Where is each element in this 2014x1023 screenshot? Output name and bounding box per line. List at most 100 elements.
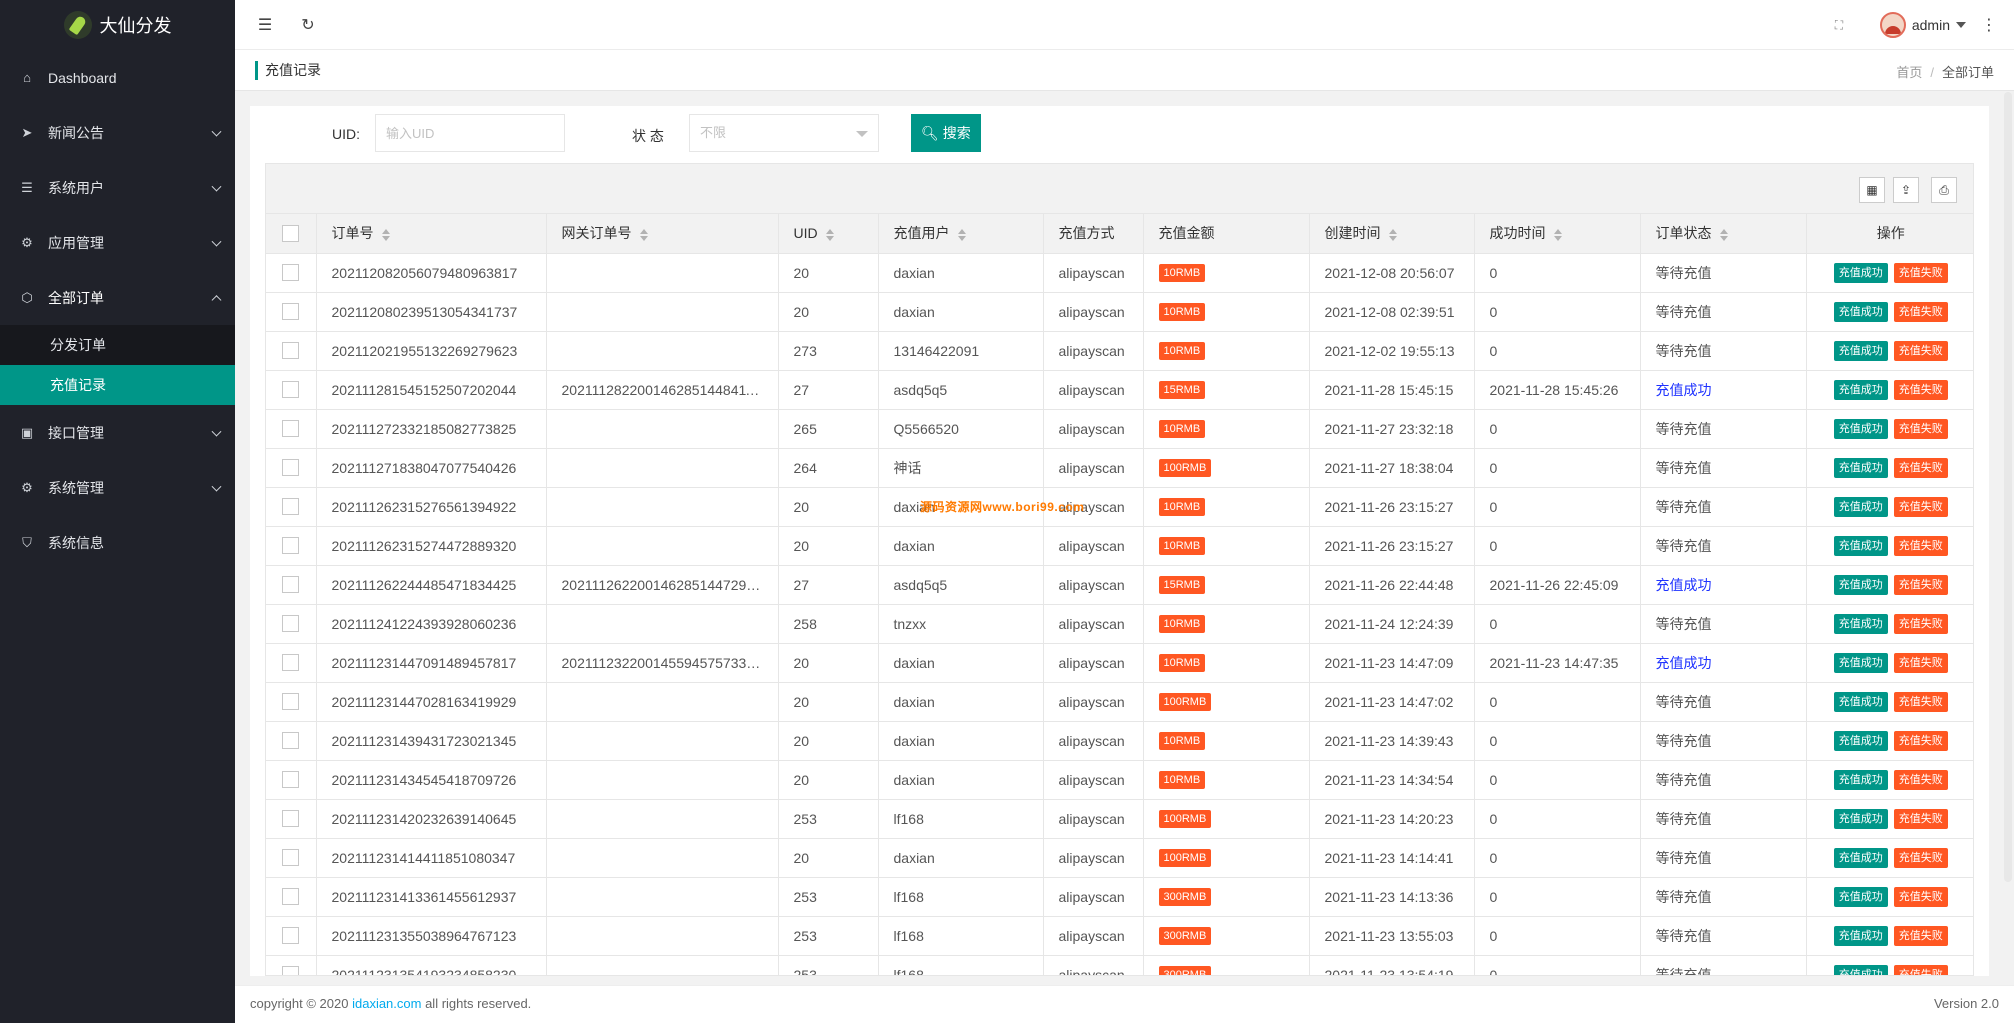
mark-success-button[interactable]: 充值成功 bbox=[1833, 730, 1888, 751]
row-checkbox[interactable] bbox=[282, 342, 300, 360]
sidebar-item-all-orders[interactable]: ⬡ 全部订单 bbox=[0, 270, 235, 325]
status-select[interactable]: 不限 bbox=[689, 114, 879, 152]
row-checkbox[interactable] bbox=[282, 810, 300, 828]
mark-success-button[interactable]: 充值成功 bbox=[1833, 925, 1888, 946]
row-checkbox[interactable] bbox=[282, 537, 300, 555]
mark-fail-button[interactable]: 充值失败 bbox=[1893, 457, 1948, 478]
uid-input[interactable] bbox=[375, 114, 565, 152]
mark-success-button[interactable]: 充值成功 bbox=[1833, 340, 1888, 361]
app-logo[interactable]: 大仙分发 bbox=[0, 0, 235, 50]
print-icon[interactable]: ⎙ bbox=[1931, 177, 1957, 203]
row-checkbox[interactable] bbox=[282, 732, 300, 750]
mark-fail-button[interactable]: 充值失败 bbox=[1893, 262, 1948, 283]
sidebar-subitem-distribution-orders[interactable]: 分发订单 bbox=[0, 325, 235, 365]
mark-fail-button[interactable]: 充值失败 bbox=[1893, 379, 1948, 400]
row-checkbox[interactable] bbox=[282, 420, 300, 438]
row-checkbox[interactable] bbox=[282, 576, 300, 594]
mark-fail-button[interactable]: 充值失败 bbox=[1893, 925, 1948, 946]
sidebar-item-system-info[interactable]: ⛉ 系统信息 bbox=[0, 515, 235, 570]
mark-success-button[interactable]: 充值成功 bbox=[1833, 808, 1888, 829]
mark-success-button[interactable]: 充值成功 bbox=[1833, 847, 1888, 868]
sidebar-item-news[interactable]: ➤ 新闻公告 bbox=[0, 105, 235, 160]
mark-success-button[interactable]: 充值成功 bbox=[1833, 535, 1888, 556]
sort-icon[interactable] bbox=[381, 228, 390, 241]
mark-fail-button[interactable]: 充值失败 bbox=[1893, 964, 1948, 975]
sort-icon[interactable] bbox=[825, 228, 834, 241]
mark-success-button[interactable]: 充值成功 bbox=[1833, 262, 1888, 283]
col-order-no[interactable]: 订单号 bbox=[316, 214, 547, 254]
mark-fail-button[interactable]: 充值失败 bbox=[1893, 535, 1948, 556]
mark-fail-button[interactable]: 充值失败 bbox=[1893, 301, 1948, 322]
gateway-order-cell bbox=[546, 292, 779, 332]
row-checkbox[interactable] bbox=[282, 966, 300, 975]
col-created[interactable]: 创建时间 bbox=[1309, 214, 1475, 254]
breadcrumb-separator: / bbox=[1930, 65, 1934, 80]
columns-filter-icon[interactable]: ▦ bbox=[1859, 177, 1885, 203]
export-icon[interactable]: ⇪ bbox=[1893, 177, 1919, 203]
mark-fail-button[interactable]: 充值失败 bbox=[1893, 847, 1948, 868]
mark-success-button[interactable]: 充值成功 bbox=[1833, 964, 1888, 975]
row-checkbox[interactable] bbox=[282, 303, 300, 321]
sidebar-item-system-users[interactable]: ☰ 系统用户 bbox=[0, 160, 235, 215]
row-checkbox[interactable] bbox=[282, 849, 300, 867]
mark-success-button[interactable]: 充值成功 bbox=[1833, 457, 1888, 478]
mark-success-button[interactable]: 充值成功 bbox=[1833, 886, 1888, 907]
sidebar-subitem-recharge-records[interactable]: 充值记录 bbox=[0, 365, 235, 405]
mark-success-button[interactable]: 充值成功 bbox=[1833, 613, 1888, 634]
cell-text: 202111272332185082773825 bbox=[331, 420, 517, 437]
row-checkbox[interactable] bbox=[282, 498, 300, 516]
row-checkbox[interactable] bbox=[282, 771, 300, 789]
row-checkbox[interactable] bbox=[282, 693, 300, 711]
row-checkbox[interactable] bbox=[282, 381, 300, 399]
row-checkbox[interactable] bbox=[282, 459, 300, 477]
mark-fail-button[interactable]: 充值失败 bbox=[1893, 652, 1948, 673]
sidebar-item-system-management[interactable]: ⚙ 系统管理 bbox=[0, 460, 235, 515]
mark-success-button[interactable]: 充值成功 bbox=[1833, 769, 1888, 790]
mark-fail-button[interactable]: 充值失败 bbox=[1893, 496, 1948, 517]
search-button[interactable]: 🔍︎ 搜索 bbox=[911, 114, 981, 152]
col-success-time[interactable]: 成功时间 bbox=[1474, 214, 1641, 254]
refresh-icon[interactable]: ↻ bbox=[298, 15, 318, 35]
copyright-link[interactable]: idaxian.com bbox=[352, 996, 421, 1011]
col-user[interactable]: 充值用户 bbox=[878, 214, 1044, 254]
row-checkbox[interactable] bbox=[282, 888, 300, 906]
row-checkbox[interactable] bbox=[282, 264, 300, 282]
mark-success-button[interactable]: 充值成功 bbox=[1833, 691, 1888, 712]
sidebar-item-dashboard[interactable]: ⌂ Dashboard bbox=[0, 50, 235, 105]
row-checkbox[interactable] bbox=[282, 654, 300, 672]
fullscreen-icon[interactable]: ⛶ bbox=[1829, 15, 1849, 35]
menu-collapse-icon[interactable]: ☰ bbox=[255, 15, 275, 35]
mark-fail-button[interactable]: 充值失败 bbox=[1893, 574, 1948, 595]
mark-fail-button[interactable]: 充值失败 bbox=[1893, 769, 1948, 790]
user-menu[interactable]: admin bbox=[1879, 12, 1966, 38]
page-scrollbar[interactable] bbox=[2004, 92, 2012, 882]
mark-fail-button[interactable]: 充值失败 bbox=[1893, 691, 1948, 712]
row-checkbox[interactable] bbox=[282, 615, 300, 633]
sort-icon[interactable] bbox=[1388, 228, 1397, 241]
mark-success-button[interactable]: 充值成功 bbox=[1833, 652, 1888, 673]
breadcrumb-home[interactable]: 首页 bbox=[1896, 65, 1922, 80]
mark-fail-button[interactable]: 充值失败 bbox=[1893, 418, 1948, 439]
sort-icon[interactable] bbox=[1553, 228, 1562, 241]
col-gateway-order-no[interactable]: 网关订单号 bbox=[546, 214, 779, 254]
mark-success-button[interactable]: 充值成功 bbox=[1833, 379, 1888, 400]
sort-icon[interactable] bbox=[639, 228, 648, 241]
sidebar-item-app-management[interactable]: ⚙ 应用管理 bbox=[0, 215, 235, 270]
mark-fail-button[interactable]: 充值失败 bbox=[1893, 730, 1948, 751]
mark-success-button[interactable]: 充值成功 bbox=[1833, 496, 1888, 517]
sort-icon[interactable] bbox=[957, 228, 966, 241]
sort-icon[interactable] bbox=[1719, 228, 1728, 241]
more-vertical-icon[interactable]: ⋮ bbox=[1979, 15, 1999, 35]
mark-success-button[interactable]: 充值成功 bbox=[1833, 301, 1888, 322]
mark-success-button[interactable]: 充值成功 bbox=[1833, 574, 1888, 595]
col-status[interactable]: 订单状态 bbox=[1640, 214, 1807, 254]
mark-fail-button[interactable]: 充值失败 bbox=[1893, 613, 1948, 634]
mark-success-button[interactable]: 充值成功 bbox=[1833, 418, 1888, 439]
col-uid[interactable]: UID bbox=[778, 214, 879, 254]
sidebar-item-api-management[interactable]: ▣ 接口管理 bbox=[0, 405, 235, 460]
mark-fail-button[interactable]: 充值失败 bbox=[1893, 340, 1948, 361]
select-all-checkbox[interactable] bbox=[282, 225, 300, 243]
mark-fail-button[interactable]: 充值失败 bbox=[1893, 808, 1948, 829]
row-checkbox[interactable] bbox=[282, 927, 300, 945]
mark-fail-button[interactable]: 充值失败 bbox=[1893, 886, 1948, 907]
